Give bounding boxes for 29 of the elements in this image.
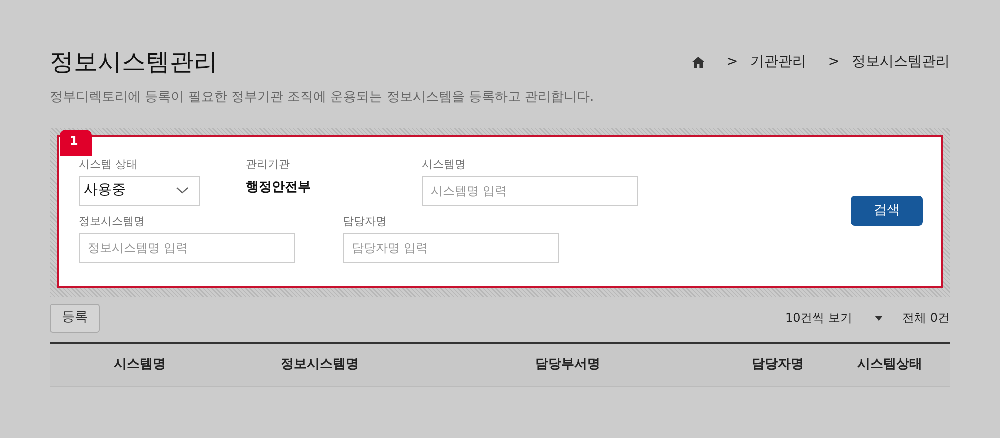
breadcrumb-link[interactable]: 기관관리 bbox=[750, 52, 806, 72]
field-label: 정보시스템명 bbox=[79, 214, 146, 228]
page-size-select[interactable]: 10건씩 보기 bbox=[785, 309, 883, 327]
column-header: 정보시스템명 bbox=[281, 356, 359, 372]
field-label: 시스템명 bbox=[422, 156, 467, 170]
field-label: 담당자명 bbox=[343, 214, 388, 228]
search-button[interactable]: 검색 bbox=[851, 196, 923, 226]
page-title: 정보시스템관리 bbox=[50, 47, 218, 78]
column-header: 시스템상태 bbox=[858, 356, 922, 372]
total-count: 전체 0건 bbox=[902, 310, 950, 327]
home-icon[interactable] bbox=[692, 56, 705, 68]
status-select[interactable]: 사용중 bbox=[79, 176, 200, 206]
breadcrumb-link[interactable]: 정보시스템관리 bbox=[852, 52, 950, 72]
chevron-down-icon bbox=[176, 187, 189, 194]
page-description: 정부디렉토리에 등록이 필요한 정부기관 조직에 운용되는 정보시스템을 등록하고 관리합니다. bbox=[50, 89, 596, 107]
column-header: 담당부서명 bbox=[536, 356, 600, 372]
column-header: 시스템명 bbox=[114, 356, 166, 372]
input-field[interactable]: 시스템명 입력 bbox=[422, 176, 638, 206]
agency-value: 행정안전부 bbox=[246, 178, 311, 196]
input-field[interactable]: 담당자명 입력 bbox=[343, 232, 559, 262]
dropdown-caret-icon bbox=[874, 316, 883, 320]
register-button[interactable]: 등록 bbox=[50, 304, 100, 332]
breadcrumb-separator: > bbox=[726, 52, 738, 72]
column-header: 담당자명 bbox=[752, 356, 804, 372]
breadcrumb-separator: > bbox=[828, 52, 840, 72]
field-label: 시스템 상태 bbox=[79, 156, 138, 170]
annotation-badge: 1 bbox=[60, 130, 92, 156]
field-label: 관리기관 bbox=[246, 156, 291, 170]
input-field[interactable]: 정보시스템명 입력 bbox=[79, 232, 295, 262]
